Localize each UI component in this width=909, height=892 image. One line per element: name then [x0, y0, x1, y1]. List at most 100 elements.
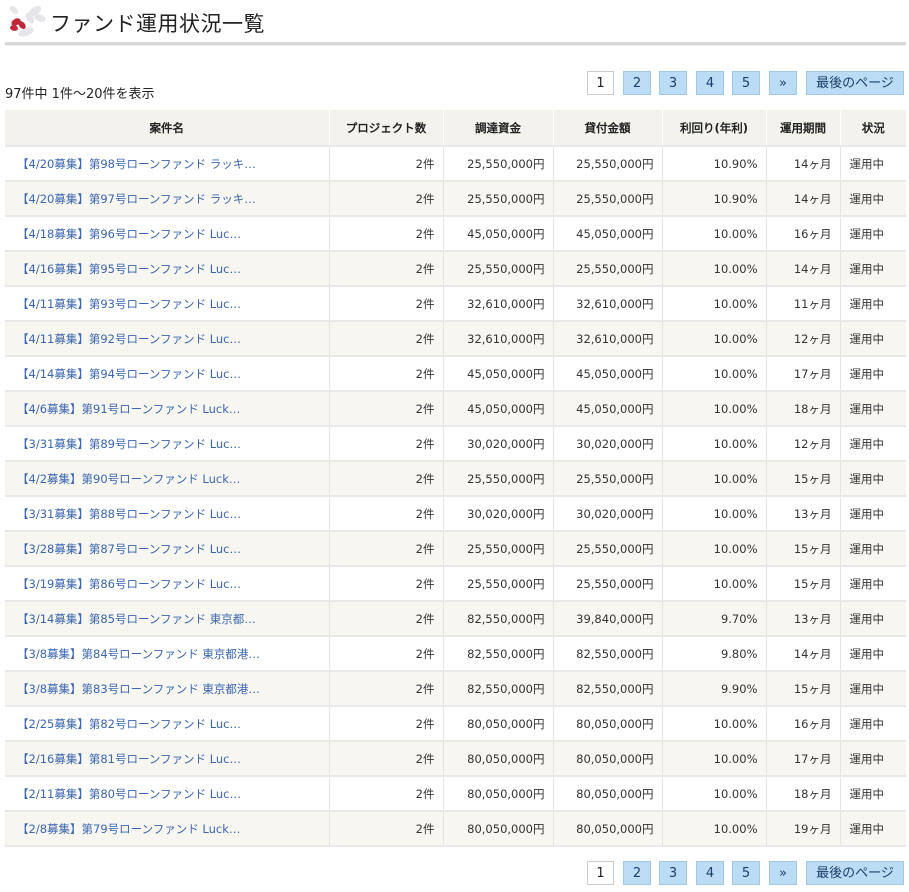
yield-rate: 10.00% [662, 566, 767, 602]
raised-amount: 82,550,000円 [443, 671, 554, 707]
page-link-3[interactable]: 3 [659, 861, 687, 885]
status-label: 運用中 [840, 776, 906, 812]
next-page-button[interactable]: » [769, 861, 797, 885]
fund-name-link[interactable]: 【4/2募集】第90号ローンファンド Luck… [5, 461, 330, 497]
fund-name-link[interactable]: 【4/11募集】第93号ローンファンド Luc… [5, 286, 330, 322]
status-label: 運用中 [840, 286, 906, 322]
table-row: 【3/19募集】第86号ローンファンド Luc… 2件 25,550,000円 25,… [5, 566, 906, 602]
page-link-4[interactable]: 4 [696, 861, 724, 885]
loan-amount: 80,050,000円 [553, 776, 663, 812]
fund-name-link[interactable]: 【4/14募集】第94号ローンファンド Luc… [5, 356, 330, 392]
raised-amount: 30,020,000円 [443, 496, 554, 532]
table-row: 【4/6募集】第91号ローンファンド Luck… 2件 45,050,000円 45,… [5, 391, 906, 427]
term-length: 16ヶ月 [766, 216, 841, 252]
term-length: 14ヶ月 [766, 636, 841, 672]
term-length: 14ヶ月 [766, 146, 841, 182]
fund-name-link[interactable]: 【4/18募集】第96号ローンファンド Luc… [5, 216, 330, 252]
raised-amount: 80,050,000円 [443, 706, 554, 742]
loan-amount: 25,550,000円 [553, 251, 663, 287]
project-count: 2件 [329, 146, 444, 182]
fund-name-link[interactable]: 【4/20募集】第97号ローンファンド ラッキ… [5, 181, 330, 217]
table-row: 【3/8募集】第84号ローンファンド 東京都港… 2件 82,550,000円 82,… [5, 636, 906, 672]
raised-amount: 25,550,000円 [443, 146, 554, 182]
table-row: 【4/11募集】第92号ローンファンド Luc… 2件 32,610,000円 32,… [5, 321, 906, 357]
term-length: 17ヶ月 [766, 356, 841, 392]
table-row: 【4/16募集】第95号ローンファンド Luc… 2件 25,550,000円 25,… [5, 251, 906, 287]
fund-name-link[interactable]: 【2/8募集】第79号ローンファンド Luck… [5, 811, 330, 847]
term-length: 15ヶ月 [766, 671, 841, 707]
loan-amount: 30,020,000円 [553, 496, 663, 532]
loan-amount: 80,050,000円 [553, 706, 663, 742]
project-count: 2件 [329, 811, 444, 847]
table-row: 【4/20募集】第97号ローンファンド ラッキ… 2件 25,550,000円 25,… [5, 181, 906, 217]
fund-name-link[interactable]: 【3/19募集】第86号ローンファンド Luc… [5, 566, 330, 602]
yield-rate: 9.80% [662, 636, 767, 672]
page-link-5[interactable]: 5 [732, 861, 760, 885]
status-label: 運用中 [840, 601, 906, 637]
loan-amount: 82,550,000円 [553, 636, 663, 672]
raised-amount: 25,550,000円 [443, 566, 554, 602]
yield-rate: 10.90% [662, 146, 767, 182]
loan-amount: 45,050,000円 [553, 391, 663, 427]
yield-rate: 10.00% [662, 391, 767, 427]
raised-amount: 45,050,000円 [443, 216, 554, 252]
yield-rate: 10.00% [662, 356, 767, 392]
page-link-2[interactable]: 2 [623, 71, 651, 95]
page-link-2[interactable]: 2 [623, 861, 651, 885]
page-link-1[interactable]: 1 [587, 861, 614, 885]
fund-name-link[interactable]: 【3/31募集】第89号ローンファンド Luc… [5, 426, 330, 462]
yield-rate: 10.00% [662, 286, 767, 322]
fund-name-link[interactable]: 【4/6募集】第91号ローンファンド Luck… [5, 391, 330, 427]
yield-rate: 10.00% [662, 216, 767, 252]
yield-rate: 10.00% [662, 461, 767, 497]
result-count: 97件中 1件～20件を表示 [5, 87, 155, 102]
project-count: 2件 [329, 251, 444, 287]
yield-rate: 10.00% [662, 426, 767, 462]
fund-name-link[interactable]: 【3/8募集】第83号ローンファンド 東京都港… [5, 671, 330, 707]
next-page-button[interactable]: » [769, 71, 797, 95]
column-header-status: 状況 [840, 110, 906, 147]
yield-rate: 10.00% [662, 741, 767, 777]
yield-rate: 10.00% [662, 496, 767, 532]
term-length: 15ヶ月 [766, 531, 841, 567]
table-row: 【2/25募集】第82号ローンファンド Luc… 2件 80,050,000円 80,… [5, 706, 906, 742]
fund-name-link[interactable]: 【3/31募集】第88号ローンファンド Luc… [5, 496, 330, 532]
fund-name-link[interactable]: 【3/14募集】第85号ローンファンド 東京都… [5, 601, 330, 637]
page: ファンド運用状況一覧 97件中 1件～20件を表示 1 2 3 4 5 » 最後… [0, 0, 909, 892]
page-link-3[interactable]: 3 [659, 71, 687, 95]
loan-amount: 82,550,000円 [553, 671, 663, 707]
status-label: 運用中 [840, 146, 906, 182]
raised-amount: 82,550,000円 [443, 636, 554, 672]
header-divider [5, 42, 906, 46]
last-page-button[interactable]: 最後のページ [806, 861, 904, 885]
project-count: 2件 [329, 706, 444, 742]
page-link-5[interactable]: 5 [732, 71, 760, 95]
yield-rate: 10.90% [662, 181, 767, 217]
yield-rate: 10.00% [662, 251, 767, 287]
raised-amount: 82,550,000円 [443, 601, 554, 637]
raised-amount: 32,610,000円 [443, 286, 554, 322]
term-length: 13ヶ月 [766, 601, 841, 637]
column-header-name: 案件名 [5, 110, 330, 147]
page-link-4[interactable]: 4 [696, 71, 724, 95]
status-label: 運用中 [840, 321, 906, 357]
fund-name-link[interactable]: 【4/11募集】第92号ローンファンド Luc… [5, 321, 330, 357]
fund-name-link[interactable]: 【4/20募集】第98号ローンファンド ラッキ… [5, 146, 330, 182]
fund-name-link[interactable]: 【3/8募集】第84号ローンファンド 東京都港… [5, 636, 330, 672]
status-label: 運用中 [840, 671, 906, 707]
raised-amount: 32,610,000円 [443, 321, 554, 357]
loan-amount: 25,550,000円 [553, 181, 663, 217]
raised-amount: 25,550,000円 [443, 461, 554, 497]
fund-name-link[interactable]: 【2/11募集】第80号ローンファンド Luc… [5, 776, 330, 812]
fund-name-link[interactable]: 【2/16募集】第81号ローンファンド Luc… [5, 741, 330, 777]
fund-name-link[interactable]: 【4/16募集】第95号ローンファンド Luc… [5, 251, 330, 287]
raised-amount: 45,050,000円 [443, 391, 554, 427]
project-count: 2件 [329, 741, 444, 777]
last-page-button[interactable]: 最後のページ [806, 71, 904, 95]
page-link-1[interactable]: 1 [587, 71, 614, 95]
fund-name-link[interactable]: 【3/28募集】第87号ローンファンド Luc… [5, 531, 330, 567]
pagination-top: 1 2 3 4 5 » 最後のページ [587, 71, 904, 97]
fund-name-link[interactable]: 【2/25募集】第82号ローンファンド Luc… [5, 706, 330, 742]
term-length: 17ヶ月 [766, 741, 841, 777]
status-label: 運用中 [840, 356, 906, 392]
